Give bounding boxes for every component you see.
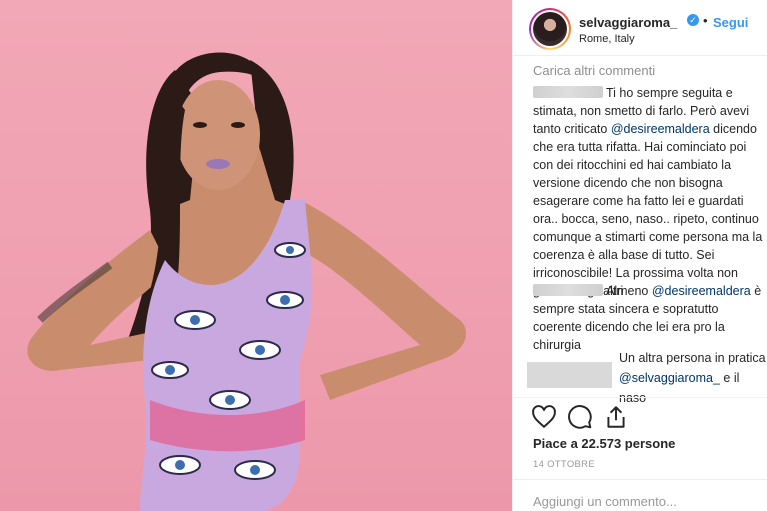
comment-1-text-part-2: dicendo che era tutta rifatta. Hai comin… <box>533 122 763 298</box>
post-header: selvaggiaroma_ ✓ • Segui Rome, Italy <box>513 0 767 56</box>
blurred-username[interactable] <box>533 86 603 98</box>
blurred-username-box <box>527 362 612 388</box>
avatar[interactable] <box>529 8 571 50</box>
comment-2-text-part-1: Almeno <box>606 284 652 298</box>
verified-badge-icon: ✓ <box>687 14 699 26</box>
comment-2-mention-link[interactable]: @desireemaldera <box>652 284 751 298</box>
divider <box>513 479 767 480</box>
header-separator: • <box>703 13 708 28</box>
comment-2: Almeno @desireemaldera è sempre stata si… <box>533 282 765 354</box>
blurred-username[interactable] <box>533 284 603 296</box>
comment-bubble-icon[interactable] <box>567 404 593 430</box>
post-photo-illustration <box>27 52 467 511</box>
comment-3-text-part-1: Un altra persona in pratica <box>619 351 766 365</box>
avatar-image <box>533 12 567 46</box>
likes-count[interactable]: Piace a 22.573 persone <box>533 436 675 451</box>
heart-icon[interactable] <box>531 404 557 430</box>
username-link[interactable]: selvaggiaroma_ <box>579 15 677 30</box>
post-photo[interactable] <box>0 0 512 511</box>
comment-3: Un altra persona in pratica @selvaggiaro… <box>619 348 767 408</box>
comment-1-mention-link[interactable]: @desireemaldera <box>611 122 710 136</box>
location-link[interactable]: Rome, Italy <box>579 33 635 45</box>
divider <box>513 397 767 398</box>
post-date: 14 OTTOBRE <box>533 459 595 470</box>
share-icon[interactable] <box>603 404 629 430</box>
comment-1: Ti ho sempre seguita e stimata, non smet… <box>533 84 765 300</box>
load-more-comments-button[interactable]: Carica altri commenti <box>533 63 655 78</box>
comment-3-mention-link[interactable]: @selvaggiaroma_ <box>619 371 720 385</box>
add-comment-input[interactable]: Aggiungi un commento... <box>533 494 677 509</box>
post-side-panel: selvaggiaroma_ ✓ • Segui Rome, Italy Car… <box>512 0 767 511</box>
follow-button[interactable]: Segui <box>713 15 748 30</box>
